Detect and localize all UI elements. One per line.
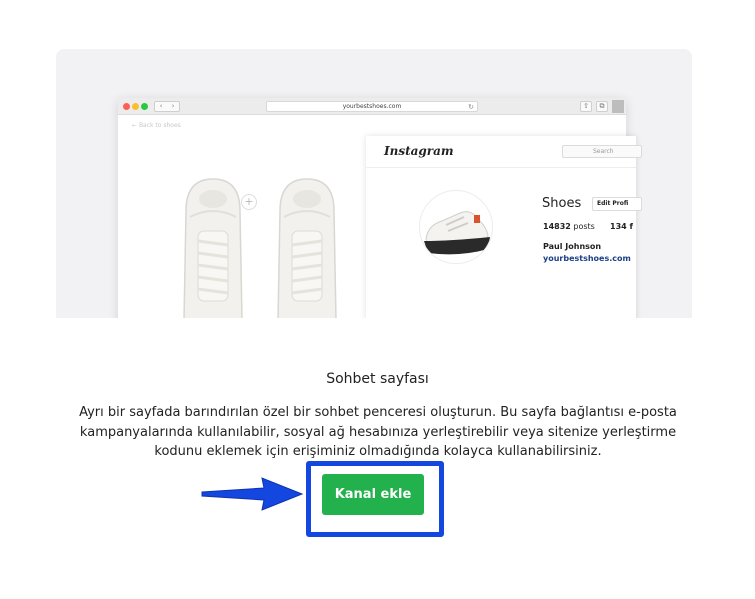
profile-website: yourbestshoes.com [543,254,631,263]
sneaker-icon [424,211,490,255]
minimize-dot-icon [132,103,139,110]
right-shoe-icon [277,178,337,318]
preview-illustration: ‹ › yourbestshoes.com ↻ ⇧ ⧉ ← Back to sho… [56,49,692,318]
profile-name: Shoes [542,196,582,211]
search-placeholder: Search [593,148,614,155]
browser-toolbar: ‹ › yourbestshoes.com ↻ ⇧ ⧉ [118,98,626,115]
instagram-logo: Instagram [384,144,454,158]
shoe-product-image: + [158,153,354,318]
posts-label: posts [573,222,595,231]
reload-icon: ↻ [468,103,474,111]
browser-mockup: ‹ › yourbestshoes.com ↻ ⇧ ⧉ ← Back to sho… [118,98,642,318]
close-dot-icon [123,103,130,110]
share-icon: ⇧ [580,101,592,112]
maximize-dot-icon [141,103,148,110]
pointer-arrow-icon [201,477,304,511]
nav-arrows-icon: ‹ › [154,101,180,112]
url-text: yourbestshoes.com [342,103,402,110]
back-link-label: Back to shoes [138,122,181,129]
posts-number: 14832 [543,222,571,231]
instagram-search-field: Search [562,145,642,158]
card-description: Ayrı bir sayfada barındırılan özel bir s… [79,405,677,459]
profile-user-name: Paul Johnson [543,242,602,251]
posts-count: 14832 posts [543,222,595,231]
add-channel-button[interactable]: Kanal ekle [322,474,424,515]
plus-icon: + [241,194,257,210]
url-field: yourbestshoes.com ↻ [266,101,478,112]
new-tab-icon [612,100,624,113]
back-link: ← Back to shoes [132,122,181,129]
instagram-header: Instagram Search [366,136,642,168]
card-title: Sohbet sayfası [326,371,429,387]
profile-avatar [419,190,493,264]
left-shoe-icon [183,178,243,318]
tabs-icon: ⧉ [596,101,608,112]
instagram-profile-mockup: Instagram Search Shoes Edit Profi 14832 … [366,136,642,318]
followers-count: 134 f [610,222,633,231]
edit-profile-button: Edit Profi [592,197,642,211]
